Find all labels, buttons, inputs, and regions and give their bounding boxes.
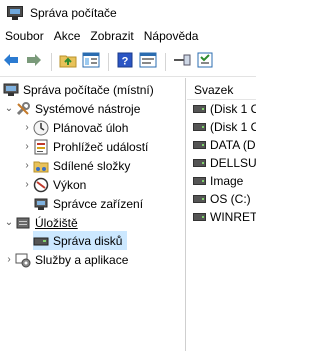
device-manager-icon bbox=[33, 196, 49, 212]
volume-row[interactable]: (Disk 1 O bbox=[187, 100, 256, 118]
volume-row[interactable]: Image bbox=[187, 172, 243, 190]
help-icon: ? bbox=[117, 52, 133, 71]
storage-icon bbox=[15, 215, 31, 231]
menu-zobrazit[interactable]: Zobrazit bbox=[86, 25, 137, 47]
menu-soubor[interactable]: Soubor bbox=[1, 25, 48, 47]
tree-item-event-viewer[interactable]: › Prohlížeč událostí bbox=[21, 137, 148, 156]
tree-label-root: Správa počítače (místní) bbox=[23, 82, 154, 97]
tree-item-task-scheduler[interactable]: › Plánovač úloh bbox=[21, 118, 128, 137]
volume-label: OS (C:) bbox=[210, 192, 251, 206]
drive-icon bbox=[193, 213, 206, 221]
volume-label: (Disk 1 O bbox=[210, 120, 256, 134]
menu-napoveda[interactable]: Nápověda bbox=[140, 25, 203, 47]
volume-list: Svazek (Disk 1 O (Disk 1 O DATA (D: DELL… bbox=[187, 78, 256, 351]
drive-icon bbox=[193, 141, 206, 149]
menu-bar: Soubor Akce Zobrazit Nápověda bbox=[0, 25, 256, 47]
volume-row[interactable]: WINRETO bbox=[187, 208, 256, 226]
drive-icon bbox=[193, 105, 206, 113]
tools-icon bbox=[15, 101, 31, 117]
shared-folder-icon bbox=[33, 158, 49, 174]
tree-item-services-apps[interactable]: › Služby a aplikace bbox=[3, 250, 128, 269]
volume-label: DELLSUP bbox=[210, 156, 256, 170]
volume-row[interactable]: DELLSUP bbox=[187, 154, 256, 172]
help-button[interactable]: ? bbox=[114, 51, 136, 73]
column-header-volume[interactable]: Svazek bbox=[187, 80, 256, 100]
title-bar: Správa počítače bbox=[0, 0, 256, 25]
chevron-right-icon[interactable]: › bbox=[21, 179, 33, 191]
forward-arrow-icon bbox=[26, 53, 42, 70]
toolbar: ? bbox=[0, 47, 256, 77]
show-hide-tree-button[interactable] bbox=[80, 51, 102, 73]
chevron-right-icon[interactable]: › bbox=[3, 254, 15, 266]
tree-item-root[interactable]: Správa počítače (místní) bbox=[3, 80, 154, 99]
tree-label-disk-management: Správa disků bbox=[53, 233, 123, 248]
tree-label-shared-folders: Sdílené složky bbox=[53, 158, 131, 173]
navigation-tree: Správa počítače (místní) ⌄ Systémové nás… bbox=[0, 78, 186, 351]
menu-akce[interactable]: Akce bbox=[50, 25, 85, 47]
tree-label-task-scheduler: Plánovač úloh bbox=[53, 120, 129, 135]
volume-row[interactable]: OS (C:) bbox=[187, 190, 251, 208]
chevron-down-icon[interactable]: ⌄ bbox=[3, 103, 15, 115]
tree-item-performance[interactable]: › Výkon bbox=[21, 175, 86, 194]
toolbar-separator bbox=[51, 52, 52, 71]
tree-label-system-tools: Systémové nástroje bbox=[35, 101, 141, 116]
tree-item-device-manager[interactable]: Správce zařízení bbox=[33, 194, 143, 213]
show-hide-tree-icon bbox=[82, 52, 100, 71]
clock-icon bbox=[33, 120, 49, 136]
tree-label-event-viewer: Prohlížeč událostí bbox=[53, 139, 149, 154]
properties-icon bbox=[139, 52, 157, 71]
export-icon bbox=[173, 53, 191, 70]
computer-icon bbox=[3, 82, 19, 98]
drive-icon bbox=[193, 195, 206, 203]
drive-icon bbox=[193, 123, 206, 131]
volume-row[interactable]: DATA (D: bbox=[187, 136, 256, 154]
properties-button[interactable] bbox=[137, 51, 159, 73]
chevron-down-icon[interactable]: ⌄ bbox=[3, 217, 15, 229]
chevron-right-icon[interactable]: › bbox=[21, 122, 33, 134]
refresh-icon bbox=[196, 52, 214, 71]
volume-row[interactable]: (Disk 1 O bbox=[187, 118, 256, 136]
no-entry-icon bbox=[33, 177, 49, 193]
computer-management-icon bbox=[7, 5, 23, 20]
tree-label-device-manager: Správce zařízení bbox=[53, 196, 144, 211]
tree-item-storage[interactable]: ⌄ Úložiště bbox=[3, 213, 78, 232]
disk-management-icon bbox=[33, 233, 49, 249]
refresh-button[interactable] bbox=[194, 51, 216, 73]
tree-item-system-tools[interactable]: ⌄ Systémové nástroje bbox=[3, 99, 140, 118]
up-level-button[interactable] bbox=[57, 51, 79, 73]
volume-label: (Disk 1 O bbox=[210, 102, 256, 116]
svg-text:?: ? bbox=[122, 56, 129, 68]
chevron-right-icon[interactable]: › bbox=[21, 160, 33, 172]
drive-icon bbox=[193, 177, 206, 185]
back-arrow-icon bbox=[3, 53, 19, 70]
window-title: Správa počítače bbox=[30, 5, 117, 20]
tree-label-storage: Úložiště bbox=[35, 215, 78, 230]
tree-item-disk-management[interactable]: Správa disků bbox=[33, 231, 127, 250]
event-log-icon bbox=[33, 139, 49, 155]
volume-label: WINRETO bbox=[210, 210, 256, 224]
volume-label: DATA (D: bbox=[210, 138, 256, 152]
toolbar-separator bbox=[165, 52, 166, 71]
tree-item-shared-folders[interactable]: › Sdílené složky bbox=[21, 156, 130, 175]
toolbar-separator bbox=[108, 52, 109, 71]
up-folder-icon bbox=[59, 52, 77, 71]
services-icon bbox=[15, 252, 31, 268]
tree-label-services-apps: Služby a aplikace bbox=[35, 252, 129, 267]
tree-label-performance: Výkon bbox=[53, 177, 87, 192]
chevron-right-icon[interactable]: › bbox=[21, 141, 33, 153]
forward-button[interactable] bbox=[23, 51, 45, 73]
back-button[interactable] bbox=[0, 51, 22, 73]
volume-label: Image bbox=[210, 174, 244, 188]
drive-icon bbox=[193, 159, 206, 167]
export-button[interactable] bbox=[171, 51, 193, 73]
